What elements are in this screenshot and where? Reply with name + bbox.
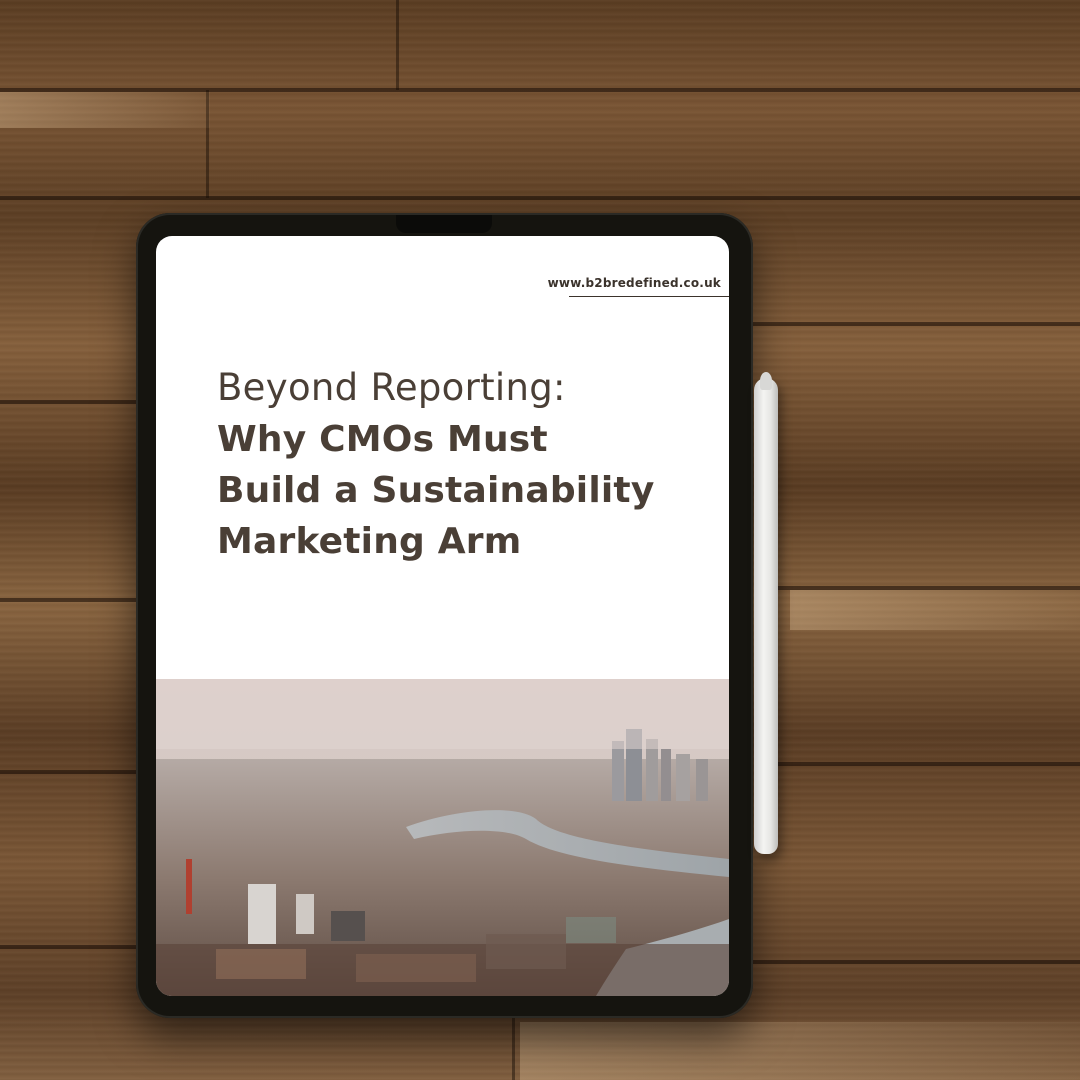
tablet-device: www.b2bredefined.co.uk Beyond Reporting:…: [136, 213, 753, 1018]
plank-gap: [0, 196, 1080, 200]
city-skyline-photo: [156, 679, 729, 996]
plank-gap: [0, 770, 140, 774]
website-url: www.b2bredefined.co.uk: [547, 276, 721, 290]
plank-gap: [760, 762, 1080, 766]
plank-gap: [0, 400, 140, 404]
stylus-pencil: [754, 372, 778, 854]
city-skyline-illustration: [156, 679, 729, 996]
wood-highlight: [0, 92, 210, 128]
title-bold-line-1: Why CMOs Must: [217, 419, 548, 460]
camera-notch: [396, 215, 492, 233]
stylus-tip: [760, 372, 772, 390]
plank-seam: [396, 0, 399, 90]
title-bold-line-3: Marketing Arm: [217, 521, 522, 562]
plank-gap: [740, 322, 1080, 326]
wood-highlight: [790, 590, 1080, 630]
title-light-line: Beyond Reporting:: [217, 366, 566, 409]
plank-gap: [0, 598, 140, 602]
title-bold-line-2: Build a Sustainability: [217, 470, 655, 511]
plank-seam: [512, 1018, 515, 1080]
url-underline: [569, 296, 729, 297]
plank-gap: [0, 945, 140, 949]
plank-gap: [740, 960, 1080, 964]
wood-highlight: [520, 1022, 1080, 1080]
tablet-screen: www.b2bredefined.co.uk Beyond Reporting:…: [156, 236, 729, 996]
